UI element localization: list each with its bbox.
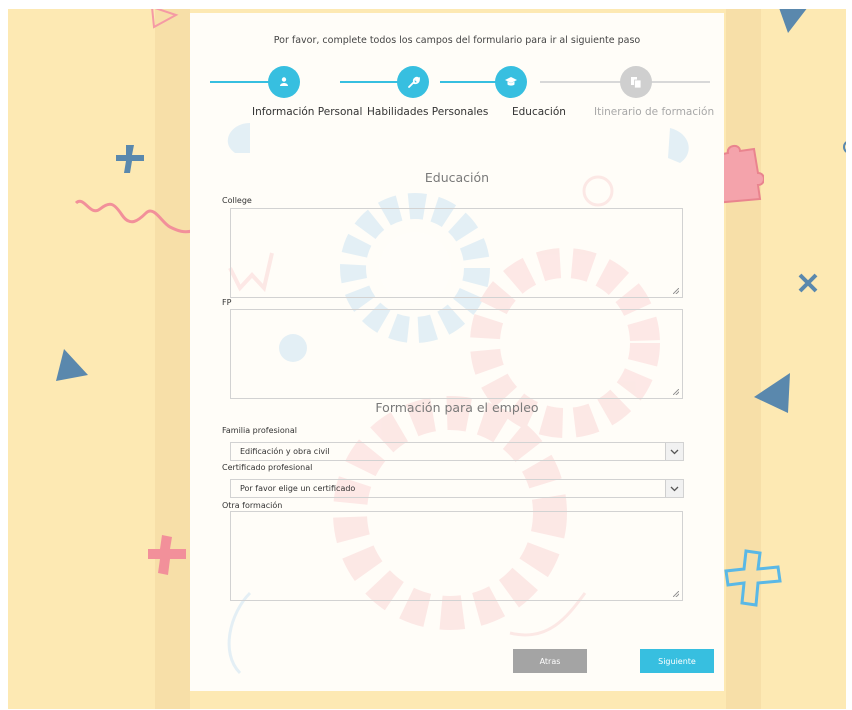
resize-handle-icon[interactable]	[673, 288, 679, 294]
blue-triangle-left-decoration	[56, 349, 88, 381]
blue-outline-cross-decoration	[724, 549, 782, 607]
certificado-profesional-select[interactable]: Por favor elige un certificado	[230, 479, 684, 498]
next-button[interactable]: Siguiente	[640, 649, 714, 673]
circle-outline-decoration	[843, 141, 846, 153]
blue-cross-decoration	[116, 145, 144, 173]
education-section-title: Educación	[424, 170, 490, 185]
familia-profesional-label: Familia profesional	[222, 426, 297, 435]
step-label-personal-skills: Habilidades Personales	[367, 106, 489, 118]
step-label-education: Educación	[512, 106, 566, 118]
step-label-training-itinerary: Itinerario de formación	[594, 106, 715, 118]
chevron-down-icon[interactable]	[665, 443, 683, 460]
college-textarea[interactable]	[230, 208, 683, 298]
progress-line-1	[210, 81, 270, 83]
pink-triangle-outline-decoration	[151, 9, 179, 29]
step-label-personal-info: Información Personal	[252, 106, 363, 118]
otra-formacion-label: Otra formación	[222, 501, 283, 510]
training-section-title: Formación para el empleo	[375, 400, 539, 415]
step-training-itinerary[interactable]	[620, 66, 652, 98]
fp-textarea[interactable]	[230, 309, 683, 399]
progress-line-3	[440, 81, 500, 83]
instructions-text: Por favor, complete todos los campos del…	[273, 35, 641, 46]
resize-handle-icon[interactable]	[673, 591, 679, 597]
form-panel: Por favor, complete todos los campos del…	[190, 13, 724, 691]
blue-triangle-decoration	[779, 9, 807, 33]
back-button[interactable]: Atras	[513, 649, 587, 673]
blue-triangle-right-decoration	[754, 373, 790, 413]
college-label: College	[222, 196, 252, 205]
person-icon	[280, 77, 288, 86]
blue-x-decoration	[798, 273, 818, 293]
otra-formacion-textarea[interactable]	[230, 511, 683, 601]
progress-line-2	[340, 81, 400, 83]
documents-icon	[631, 76, 642, 88]
familia-profesional-select[interactable]: Edificación y obra civil	[230, 442, 684, 461]
certificado-profesional-label: Certificado profesional	[222, 463, 313, 472]
background-shade-left	[155, 9, 190, 709]
familia-profesional-value: Edificación y obra civil	[240, 447, 330, 456]
step-personal-skills[interactable]	[397, 66, 429, 98]
pink-wave-decoration	[74, 199, 193, 234]
certificado-profesional-value: Por favor elige un certificado	[240, 484, 356, 493]
chevron-down-icon[interactable]	[665, 480, 683, 497]
wrench-icon	[407, 76, 420, 88]
resize-handle-icon[interactable]	[673, 389, 679, 395]
graduation-cap-icon	[505, 77, 517, 86]
step-education[interactable]	[495, 66, 527, 98]
pink-cross-decoration	[148, 535, 186, 575]
step-personal-info[interactable]	[268, 66, 300, 98]
fp-label: FP	[222, 298, 232, 307]
